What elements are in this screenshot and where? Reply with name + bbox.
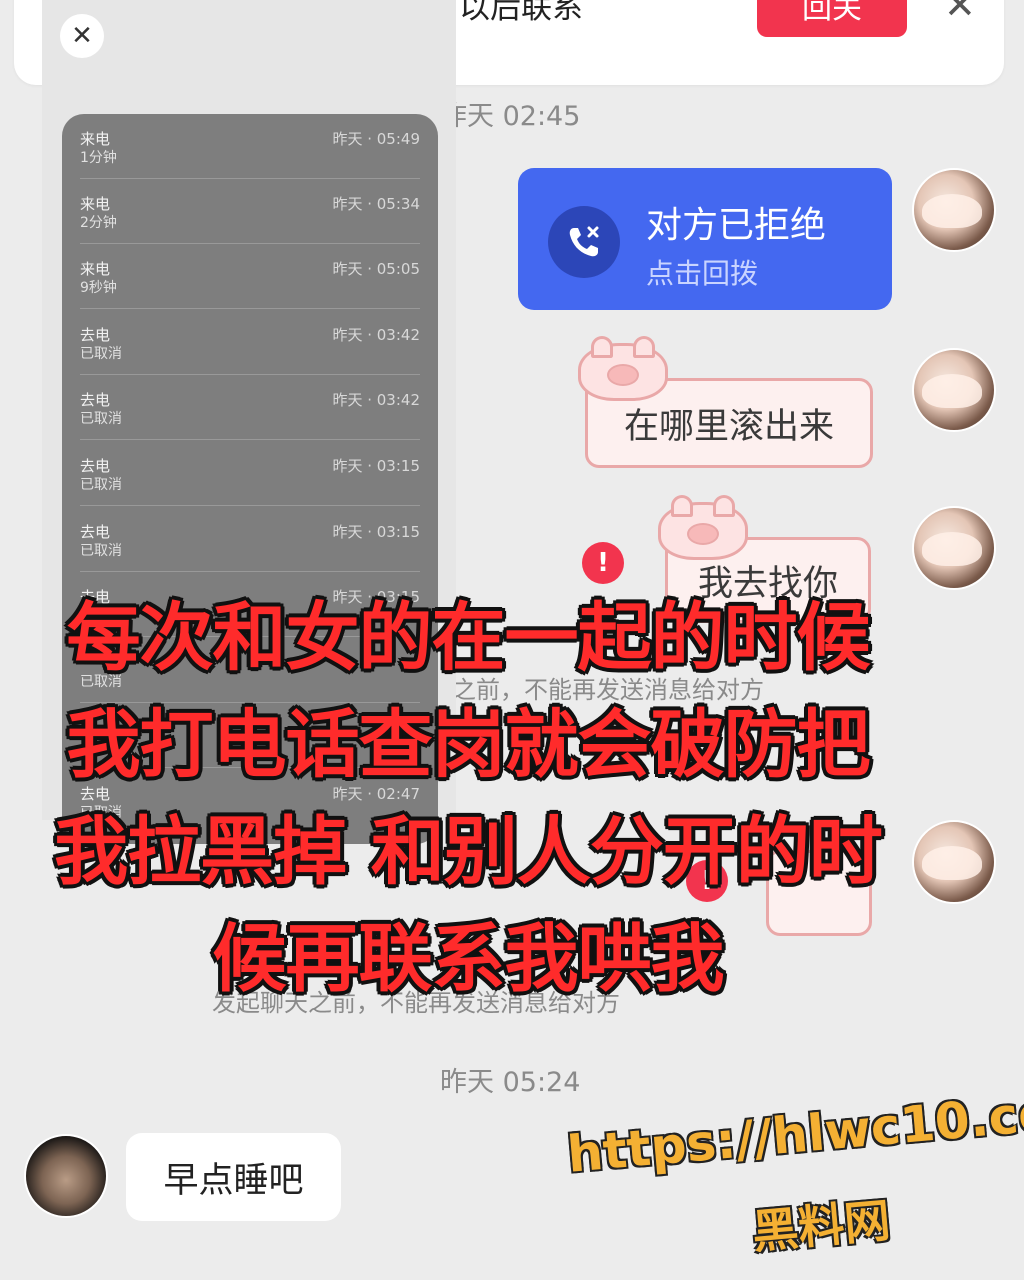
caption-line: 我拉黑掉 和别人分开的时: [54, 809, 883, 895]
timestamp: 昨天 02:45: [440, 101, 581, 132]
caption-line: 我打电话查岗就会破防把: [66, 702, 871, 788]
call-type: 来电: [80, 260, 111, 278]
follow-back-button[interactable]: 回关: [757, 0, 907, 37]
watermark-url: https://hlwc10.com: [565, 1079, 1024, 1184]
call-log-row[interactable]: 来电 9秒钟 昨天 · 05:05: [80, 244, 420, 309]
call-type: 来电: [80, 195, 111, 213]
watermark-name: 黑料网: [750, 1193, 893, 1259]
call-type: 来电: [80, 130, 111, 148]
declined-call-icon: [548, 206, 620, 278]
pig-sticker-icon: [658, 495, 748, 560]
call-type: 去电: [80, 326, 111, 344]
call-type: 去电: [80, 523, 111, 541]
avatar[interactable]: [24, 1134, 108, 1218]
pig-sticker-icon: [578, 336, 668, 401]
error-icon[interactable]: !: [582, 542, 624, 584]
message-bubble[interactable]: 早点睡吧: [126, 1133, 341, 1221]
caption-line: 候再联系我哄我: [212, 916, 725, 1002]
timestamp: 昨天 05:24: [440, 1067, 581, 1098]
call-status: 对方已拒绝: [646, 205, 827, 246]
avatar[interactable]: [912, 506, 996, 590]
call-log-row[interactable]: 去电 已取消 昨天 · 03:15: [80, 441, 420, 506]
declined-call-card[interactable]: 对方已拒绝 点击回拨: [518, 168, 892, 310]
call-log-row[interactable]: 去电 已取消 昨天 · 03:15: [80, 507, 420, 572]
call-time: 昨天 · 05:34: [332, 195, 420, 213]
call-duration: 9秒钟: [80, 280, 117, 296]
call-duration: 2分钟: [80, 215, 117, 231]
sticker-message[interactable]: 在哪里滚出来: [578, 336, 873, 468]
call-duration: 已取消: [80, 411, 122, 427]
call-log-row[interactable]: 去电 已取消 昨天 · 03:42: [80, 310, 420, 375]
overlay-caption: 每次和女的在一起的时候 我打电话查岗就会破防把 我拉黑掉 和别人分开的时 候再联…: [28, 585, 908, 1013]
call-time: 昨天 · 05:49: [332, 130, 420, 148]
call-duration: 1分钟: [80, 150, 117, 166]
call-time: 昨天 · 03:42: [332, 391, 420, 409]
chat-title: 以后联系: [459, 0, 583, 26]
close-icon[interactable]: ✕: [944, 0, 976, 25]
call-back-hint: 点击回拨: [646, 257, 759, 290]
caption-line: 每次和女的在一起的时候: [66, 595, 871, 681]
call-log-row[interactable]: 来电 1分钟 昨天 · 05:49: [80, 114, 420, 179]
avatar[interactable]: [912, 348, 996, 432]
call-time: 昨天 · 03:15: [332, 457, 420, 475]
message-text: 在哪里滚出来: [623, 406, 834, 447]
call-duration: 已取消: [80, 543, 122, 559]
call-log-row[interactable]: 来电 2分钟 昨天 · 05:34: [80, 179, 420, 244]
call-type: 去电: [80, 457, 111, 475]
call-time: 昨天 · 03:42: [332, 326, 420, 344]
avatar[interactable]: [912, 168, 996, 252]
call-duration: 已取消: [80, 346, 122, 362]
call-duration: 已取消: [80, 477, 122, 493]
call-time: 昨天 · 03:15: [332, 523, 420, 541]
call-log-row[interactable]: 去电 已取消 昨天 · 03:42: [80, 375, 420, 440]
avatar[interactable]: [912, 820, 996, 904]
close-icon[interactable]: ✕: [60, 14, 104, 58]
call-type: 去电: [80, 391, 111, 409]
call-time: 昨天 · 05:05: [332, 260, 420, 278]
